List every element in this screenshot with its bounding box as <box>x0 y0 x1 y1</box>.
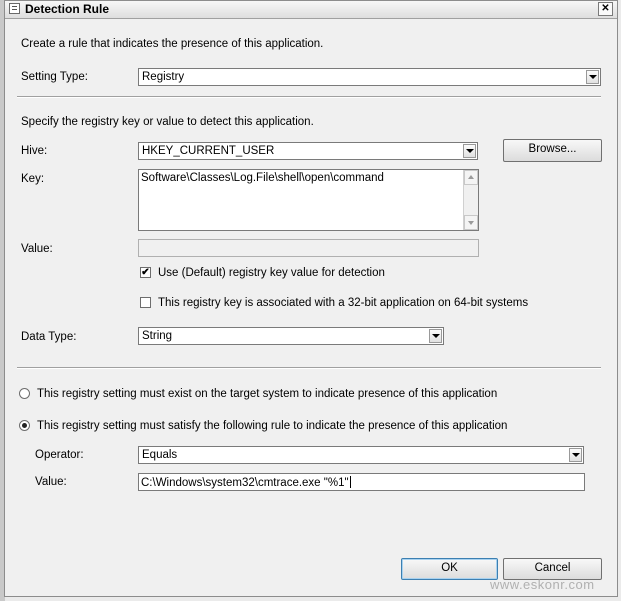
divider <box>17 367 601 369</box>
use-default-label[interactable]: Use (Default) registry key value for det… <box>158 267 385 279</box>
key-scrollbar[interactable] <box>463 170 478 230</box>
operator-dropdown[interactable]: Equals <box>138 446 584 464</box>
title-bar[interactable]: Detection Rule ✕ <box>5 1 617 19</box>
chevron-down-icon[interactable] <box>463 144 476 158</box>
use-default-checkbox[interactable]: ✔ <box>140 267 151 278</box>
value-input[interactable] <box>138 239 479 257</box>
data-type-label: Data Type: <box>21 331 77 343</box>
data-type-dropdown[interactable]: String <box>138 327 444 345</box>
ok-button[interactable]: OK <box>401 558 498 580</box>
setting-type-dropdown[interactable]: Registry <box>138 68 601 86</box>
divider <box>17 96 601 98</box>
intro-text: Create a rule that indicates the presenc… <box>21 38 324 50</box>
32bit-label[interactable]: This registry key is associated with a 3… <box>158 297 528 309</box>
hive-value: HKEY_CURRENT_USER <box>142 145 275 157</box>
scroll-down-icon[interactable] <box>464 215 478 230</box>
radio-must-satisfy[interactable] <box>19 420 30 431</box>
text-caret <box>349 476 351 488</box>
radio-must-exist-label[interactable]: This registry setting must exist on the … <box>37 388 497 400</box>
setting-type-label: Setting Type: <box>21 71 88 83</box>
setting-type-value: Registry <box>142 71 185 83</box>
radio-must-exist[interactable] <box>19 388 30 399</box>
hive-label: Hive: <box>21 145 48 157</box>
radio-must-satisfy-label[interactable]: This registry setting must satisfy the f… <box>37 420 507 432</box>
dialog-icon <box>9 3 20 14</box>
chevron-down-icon[interactable] <box>586 70 599 84</box>
close-button[interactable]: ✕ <box>598 2 613 16</box>
operator-label: Operator: <box>35 449 84 461</box>
scroll-up-icon[interactable] <box>464 170 478 185</box>
key-label: Key: <box>21 173 45 185</box>
browse-button[interactable]: Browse... <box>503 139 602 162</box>
value-label: Value: <box>21 243 53 255</box>
watermark-text: www.eskonr.com <box>490 577 595 592</box>
chevron-down-icon[interactable] <box>429 329 442 343</box>
chevron-down-icon[interactable] <box>569 448 582 462</box>
detection-rule-dialog: Detection Rule ✕ Create a rule that indi… <box>4 0 618 597</box>
dialog-title: Detection Rule <box>25 2 110 16</box>
rule-value-label: Value: <box>35 476 67 488</box>
hive-dropdown[interactable]: HKEY_CURRENT_USER <box>138 142 478 160</box>
rule-value-input[interactable]: C:\Windows\system32\cmtrace.exe "%1" <box>138 473 585 491</box>
operator-value: Equals <box>142 449 178 461</box>
key-textarea[interactable]: Software\Classes\Log.File\shell\open\com… <box>138 169 479 231</box>
specify-text: Specify the registry key or value to det… <box>21 116 314 128</box>
rule-value-text: C:\Windows\system32\cmtrace.exe "%1" <box>141 476 351 489</box>
key-value: Software\Classes\Log.File\shell\open\com… <box>141 172 384 184</box>
data-type-value: String <box>142 330 173 342</box>
32bit-checkbox[interactable] <box>140 297 151 308</box>
